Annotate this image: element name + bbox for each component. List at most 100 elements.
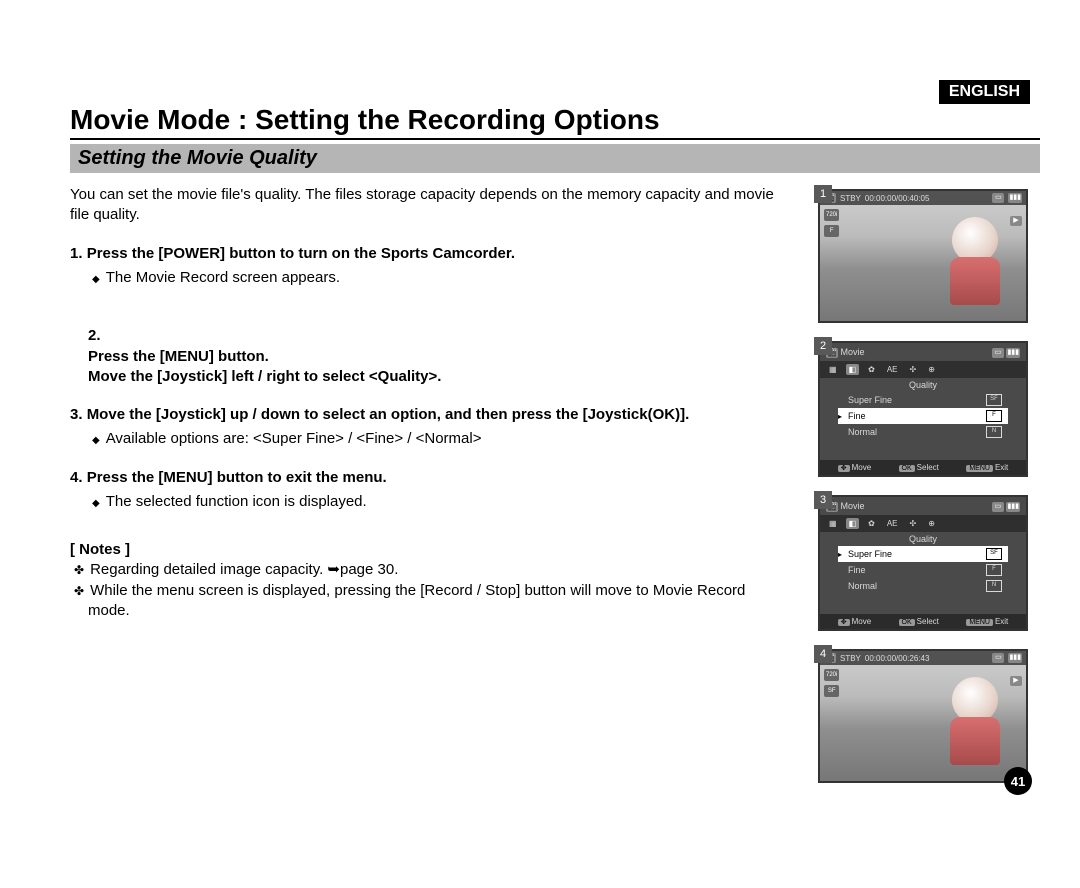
tab-icon: AE	[884, 518, 901, 529]
step-4-sub: The selected function icon is displayed.	[106, 492, 788, 512]
screenshots-column: 1 STBY 00:00:00/00:40:05 ▭	[818, 189, 1040, 783]
tab-icon: ✣	[907, 364, 920, 375]
joystick-hint-icon: ✥	[838, 619, 850, 626]
section-heading: Setting the Movie Quality	[70, 144, 1040, 173]
menu-tab-strip: ▦ ◧ ✿ AE ✣ ⊕	[820, 515, 1026, 532]
tab-icon: ⊕	[925, 364, 938, 375]
step-number: 1.	[70, 245, 83, 262]
card-icon: ▭	[992, 502, 1004, 512]
step-title: Move the [Joystick] up / down to select …	[87, 406, 690, 423]
screenshot-4: 4 STBY 00:00:00/00:26:43 ▭	[818, 649, 1040, 783]
tab-icon: ▦	[826, 518, 840, 529]
content-row: You can set the movie file's quality. Th…	[70, 181, 1040, 783]
quality-badge-icon: F	[986, 410, 1002, 422]
menu-item-superfine: Super Fine SF	[838, 392, 1008, 408]
quality-badge-icon: N	[986, 580, 1002, 592]
menu-bottom-bar: ✥Move OKSelect MENUExit	[820, 614, 1026, 629]
battery-icon: ▮▮▮	[1006, 348, 1020, 358]
menu-item-label: Normal	[848, 427, 877, 437]
card-icon: ▭	[992, 193, 1004, 203]
step-title: Press the [POWER] button to turn on the …	[87, 245, 515, 262]
ok-hint-icon: OK	[899, 465, 915, 472]
step-title: Press the [MENU] button. Move the [Joyst…	[88, 348, 441, 385]
manual-page: ENGLISH Movie Mode : Setting the Recordi…	[0, 0, 1080, 823]
page-number-badge: 41	[1004, 767, 1032, 795]
note-2: While the menu screen is displayed, pres…	[88, 581, 788, 622]
quality-badge-icon: F	[986, 564, 1002, 576]
tab-icon: ⊕	[925, 518, 938, 529]
quality-badge-icon: SF	[986, 548, 1002, 560]
step-number: 4.	[70, 469, 83, 486]
menu-item-normal: Normal N	[838, 424, 1008, 440]
step-4: 4. Press the [MENU] button to exit the m…	[70, 468, 788, 488]
menu-hint-icon: MENU	[966, 619, 993, 626]
time-text: 00:00:00/00:40:05	[865, 194, 930, 203]
menu-heading: Quality	[820, 378, 1026, 392]
ok-hint-icon: OK	[899, 619, 915, 626]
screenshot-3: 3 Movie ▭ ▮▮▮ ▦ ◧ ✿ AE ✣ ⊕	[818, 495, 1040, 631]
child-body-graphic	[950, 717, 1000, 765]
tab-icon: AE	[884, 364, 901, 375]
screenshot-number: 4	[814, 645, 832, 663]
status-text: STBY	[840, 194, 861, 203]
screenshot-number: 1	[814, 185, 832, 203]
tab-quality-icon: ◧	[846, 364, 860, 375]
notes-label: [ Notes ]	[70, 540, 788, 560]
language-badge: ENGLISH	[939, 80, 1030, 104]
battery-icon: ▮▮▮	[1006, 502, 1020, 512]
record-hint-icon: ▶	[1010, 669, 1022, 687]
osd-side-icons: 720i F	[824, 209, 839, 237]
menu-items: ▸ Super Fine SF Fine F Normal N	[838, 546, 1008, 594]
menu-item-label: Fine	[848, 411, 866, 421]
tab-icon: ✿	[865, 364, 878, 375]
intro-text: You can set the movie file's quality. Th…	[70, 185, 788, 226]
menu-item-fine-selected: ▸ Fine F	[838, 408, 1008, 424]
resolution-icon: 720i	[824, 209, 839, 221]
menu-item-fine: Fine F	[838, 562, 1008, 578]
hint-select: Select	[917, 617, 939, 626]
screenshot-number: 2	[814, 337, 832, 355]
child-body-graphic	[950, 257, 1000, 305]
mode-label: Movie	[841, 501, 865, 511]
step-3: 3. Move the [Joystick] up / down to sele…	[70, 405, 788, 425]
step-1: 1. Press the [POWER] button to turn on t…	[70, 244, 788, 264]
menu-items: Super Fine SF ▸ Fine F Normal N	[838, 392, 1008, 440]
step-2: 2. Press the [MENU] button. Move the [Jo…	[70, 306, 788, 387]
card-icon: ▭	[992, 653, 1004, 663]
menu-tab-strip: ▦ ◧ ✿ AE ✣ ⊕	[820, 361, 1026, 378]
screenshot-2: 2 Movie ▭ ▮▮▮ ▦ ◧ ✿ AE ✣ ⊕	[818, 341, 1040, 477]
screenshot-number: 3	[814, 491, 832, 509]
step-title: Press the [MENU] button to exit the menu…	[87, 469, 387, 486]
resolution-icon: 720i	[824, 669, 839, 681]
battery-icon: ▮▮▮	[1008, 193, 1022, 203]
selection-arrow-icon: ▸	[838, 412, 842, 421]
tab-icon: ✣	[907, 518, 920, 529]
quality-icon: F	[824, 225, 839, 237]
step-1-sub: The Movie Record screen appears.	[106, 268, 788, 288]
hint-move: Move	[852, 463, 872, 472]
osd-top-bar: STBY 00:00:00/00:40:05 ▭ ▮▮▮	[820, 191, 1026, 205]
note-1: Regarding detailed image capacity. ➥page…	[88, 560, 788, 580]
selection-arrow-icon: ▸	[838, 550, 842, 559]
page-title: Movie Mode : Setting the Recording Optio…	[70, 104, 1040, 140]
menu-heading: Quality	[820, 532, 1026, 546]
menu-item-label: Fine	[848, 565, 866, 575]
card-icon: ▭	[992, 348, 1004, 358]
joystick-hint-icon: ✥	[838, 465, 850, 472]
menu-item-label: Super Fine	[848, 395, 892, 405]
menu-hint-icon: MENU	[966, 465, 993, 472]
status-text: STBY	[840, 654, 861, 663]
quality-icon: SF	[824, 685, 839, 697]
lcd-photo: STBY 00:00:00/00:26:43 ▭ ▮▮▮ 720i SF	[818, 649, 1028, 783]
osd-side-icons: 720i SF	[824, 669, 839, 697]
lcd-menu: Movie ▭ ▮▮▮ ▦ ◧ ✿ AE ✣ ⊕ Quality	[818, 341, 1028, 477]
tab-icon: ▦	[826, 364, 840, 375]
hint-exit: Exit	[995, 617, 1008, 626]
screenshot-1: 1 STBY 00:00:00/00:40:05 ▭	[818, 189, 1040, 323]
hint-select: Select	[917, 463, 939, 472]
instructions-column: You can set the movie file's quality. Th…	[70, 181, 798, 783]
menu-top-bar: Movie ▭ ▮▮▮	[820, 497, 1026, 515]
time-text: 00:00:00/00:26:43	[865, 654, 930, 663]
lcd-menu: Movie ▭ ▮▮▮ ▦ ◧ ✿ AE ✣ ⊕ Quality	[818, 495, 1028, 631]
quality-badge-icon: N	[986, 426, 1002, 438]
